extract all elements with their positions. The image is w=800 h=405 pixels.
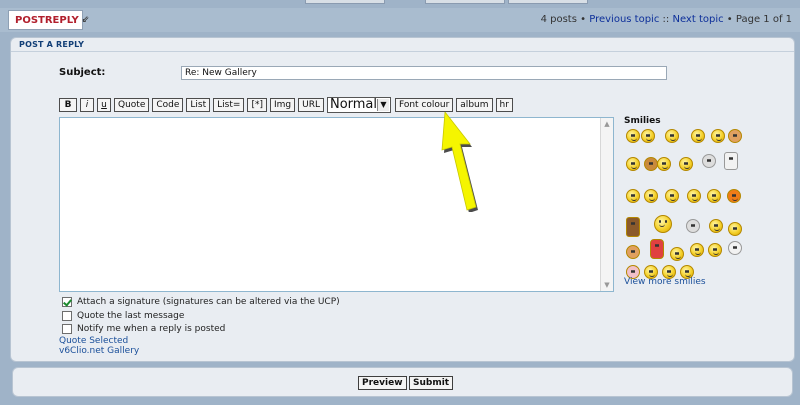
album-button[interactable]: album <box>456 98 493 112</box>
url-button[interactable]: URL <box>298 98 324 112</box>
bullet-separator: • <box>580 14 587 25</box>
bold-button[interactable]: B <box>59 98 77 112</box>
smiley-icon[interactable] <box>654 215 672 233</box>
list-button[interactable]: List <box>186 98 211 112</box>
view-more-smilies-link[interactable]: View more smilies <box>624 277 706 287</box>
top-tab-fragment <box>508 0 588 4</box>
smiley-icon[interactable] <box>686 219 700 233</box>
list-item-button[interactable]: [*] <box>247 98 267 112</box>
underline-button[interactable]: u <box>97 98 111 112</box>
quote-button[interactable]: Quote <box>114 98 150 112</box>
smiley-icon[interactable] <box>626 129 640 143</box>
attach-signature-checkbox[interactable] <box>62 297 72 307</box>
quote-last-option: Quote the last message <box>62 311 184 321</box>
previous-topic-link[interactable]: Previous topic <box>589 14 659 25</box>
smiley-icon[interactable] <box>641 129 655 143</box>
font-size-value: Normal <box>329 97 378 112</box>
devil-smiley-icon[interactable] <box>727 189 741 203</box>
smiley-icon[interactable] <box>644 189 658 203</box>
scroll-down-icon[interactable]: ▼ <box>601 279 613 291</box>
posts-count: 4 posts <box>540 14 577 25</box>
quote-last-label: Quote the last message <box>77 311 185 321</box>
gnome-icon[interactable] <box>650 239 664 259</box>
pagination: 4 posts • Previous topic :: Next topic •… <box>541 14 792 25</box>
bbcode-toolbar: B i u Quote Code List List= [*] Img URL … <box>59 97 516 113</box>
top-tab-fragment <box>305 0 385 4</box>
font-colour-button[interactable]: Font colour <box>394 98 454 112</box>
editor-scrollbar[interactable]: ▲ ▼ <box>600 118 613 291</box>
ordered-list-button[interactable]: List= <box>213 98 245 112</box>
post-reply-panel: POST A REPLY Subject: Re: New Gallery B … <box>10 37 795 362</box>
section-title: POST A REPLY <box>11 38 794 52</box>
topic-separator: :: <box>662 14 670 25</box>
smiley-icon[interactable] <box>711 129 725 143</box>
bunny-icon[interactable] <box>724 152 738 170</box>
smiley-icon[interactable] <box>707 189 721 203</box>
subject-input[interactable]: Re: New Gallery <box>181 66 667 80</box>
notify-reply-option: Notify me when a reply is posted <box>62 324 225 334</box>
top-tab-fragment <box>425 0 505 4</box>
subject-label: Subject: <box>59 67 106 78</box>
smiley-icon[interactable] <box>687 189 701 203</box>
bullet-separator: • <box>726 14 733 25</box>
quote-selected-link[interactable]: Quote Selected <box>59 336 128 346</box>
notify-reply-label: Notify me when a reply is posted <box>77 324 226 334</box>
smiley-icon[interactable] <box>626 217 640 237</box>
scroll-up-icon[interactable]: ▲ <box>601 118 613 130</box>
postreply-label: POSTREPLY <box>15 14 79 26</box>
smiley-icon[interactable] <box>670 247 684 261</box>
page-info: Page 1 of 1 <box>735 14 792 25</box>
smiley-icon[interactable] <box>690 243 704 257</box>
arrow-smiley-icon[interactable] <box>728 222 742 236</box>
submit-panel: Preview Submit <box>12 367 793 397</box>
font-size-select[interactable]: Normal ▼ <box>326 97 391 113</box>
thumbs-up-icon[interactable] <box>728 129 742 143</box>
smilies-grid <box>624 127 742 279</box>
message-textarea[interactable]: ▲ ▼ <box>59 117 614 292</box>
chevron-down-icon: ▼ <box>376 99 389 111</box>
code-button[interactable]: Code <box>152 98 184 112</box>
chef-icon[interactable] <box>728 241 742 255</box>
smiley-icon[interactable] <box>665 129 679 143</box>
smilies-title: Smilies <box>624 116 661 126</box>
smiley-icon[interactable] <box>626 157 640 171</box>
smiley-icon[interactable] <box>626 189 640 203</box>
submit-button[interactable]: Submit <box>409 376 454 390</box>
reply-arrow-icon: ⇙ <box>81 15 90 25</box>
italic-button[interactable]: i <box>80 98 94 112</box>
top-strip <box>0 0 800 4</box>
smiley-icon[interactable] <box>626 245 640 259</box>
smiley-icon[interactable] <box>657 157 671 171</box>
smiley-icon[interactable] <box>679 157 693 171</box>
smiley-icon[interactable] <box>708 243 722 257</box>
postreply-button[interactable]: POSTREPLY ⇙ <box>8 10 89 30</box>
smiley-icon[interactable] <box>665 189 679 203</box>
notify-reply-checkbox[interactable] <box>62 324 72 334</box>
quote-last-checkbox[interactable] <box>62 311 72 321</box>
attach-signature-option: Attach a signature (signatures can be al… <box>62 297 340 307</box>
img-button[interactable]: Img <box>269 98 296 112</box>
topic-action-bar: POSTREPLY ⇙ 4 posts • Previous topic :: … <box>0 8 800 32</box>
smiley-icon[interactable] <box>691 129 705 143</box>
attach-signature-label: Attach a signature (signatures can be al… <box>77 297 340 307</box>
hr-button[interactable]: hr <box>495 98 513 112</box>
preview-button[interactable]: Preview <box>358 376 407 390</box>
smiley-icon[interactable] <box>709 219 723 233</box>
next-topic-link[interactable]: Next topic <box>672 14 723 25</box>
smiley-icon[interactable] <box>702 154 716 168</box>
gallery-link[interactable]: v6Clio.net Gallery <box>59 346 139 356</box>
smiley-icon[interactable] <box>644 157 658 171</box>
